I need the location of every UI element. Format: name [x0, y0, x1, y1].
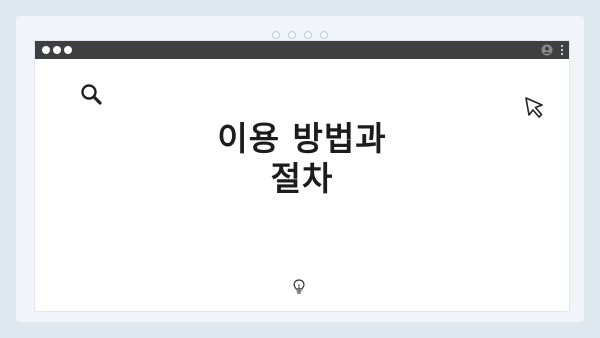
- frame-dot: [320, 31, 328, 39]
- page-title: 이용 방법과 절차: [35, 119, 569, 199]
- browser-window: 이용 방법과 절차: [34, 40, 570, 312]
- frame-dot: [288, 31, 296, 39]
- window-control-dot[interactable]: [53, 46, 61, 54]
- page-title-line: 이용 방법과: [217, 119, 387, 158]
- bulb-icon: [293, 279, 305, 294]
- window-titlebar: [35, 41, 569, 59]
- page-title-line: 절차: [270, 159, 334, 198]
- search-icon: [81, 84, 102, 105]
- kebab-icon[interactable]: [559, 44, 565, 56]
- cursor-icon: [525, 97, 543, 118]
- frame-dot: [304, 31, 312, 39]
- frame-dot: [272, 31, 280, 39]
- window-control-dot[interactable]: [42, 46, 50, 54]
- window-control-dot[interactable]: [64, 46, 72, 54]
- user-icon[interactable]: [541, 44, 553, 56]
